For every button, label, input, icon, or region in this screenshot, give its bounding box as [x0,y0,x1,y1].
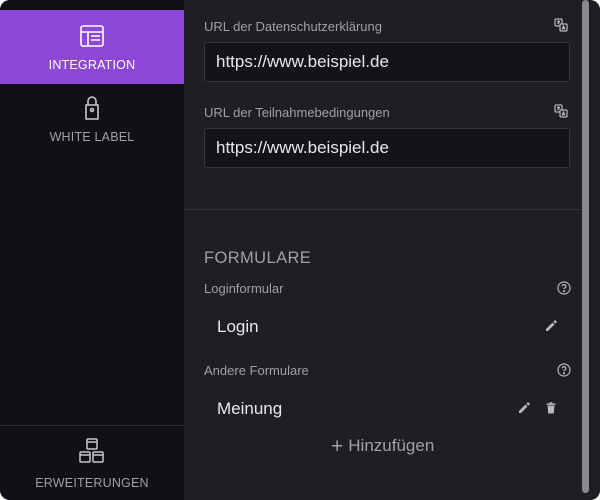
translate-icon[interactable] [554,104,568,118]
sidebar-item-label: ERWEITERUNGEN [35,476,149,490]
main-panel: URL der Datenschutzerklärung https://www… [184,0,580,500]
sidebar-item-label: INTEGRATION [48,58,136,72]
tag-icon [83,94,101,122]
add-form-label: Hinzufügen [348,436,435,455]
translate-icon[interactable] [554,18,568,32]
other-forms-label: Andere Formulare [204,363,309,378]
sidebar-item-label: WHITE LABEL [49,130,135,144]
sidebar-item-white-label[interactable]: WHITE LABEL [0,84,184,154]
app-window: INTEGRATION WHITE LABEL ERWEITERUNGEN UR… [0,0,600,500]
form-name: Login [217,317,259,336]
section-divider [184,209,580,210]
scrollbar-thumb[interactable] [582,0,589,493]
sidebar-item-integration[interactable]: INTEGRATION [0,10,184,84]
edit-icon[interactable] [517,401,531,415]
privacy-url-label: URL der Datenschutzerklärung [204,19,382,34]
cubes-icon [78,437,106,468]
help-icon[interactable] [557,363,571,377]
form-name: Meinung [217,399,283,418]
window-icon [79,22,105,50]
login-form-label: Loginformular [204,281,284,296]
help-icon[interactable] [557,281,571,295]
privacy-url-input[interactable]: https://www.beispiel.de [204,42,570,82]
trash-icon[interactable] [544,401,558,415]
edit-icon[interactable] [544,319,558,333]
terms-url-label: URL der Teilnahmebedingungen [204,105,390,120]
add-form-button[interactable]: + Hinzufügen [331,434,434,458]
login-form-row[interactable]: Login [204,312,570,342]
terms-url-input[interactable]: https://www.beispiel.de [204,128,570,168]
forms-section-title: FORMULARE [204,249,312,267]
sidebar: INTEGRATION WHITE LABEL ERWEITERUNGEN [0,0,184,500]
sidebar-item-extensions[interactable]: ERWEITERUNGEN [0,425,184,500]
plus-icon: + [331,434,344,458]
other-form-row[interactable]: Meinung [204,394,570,424]
